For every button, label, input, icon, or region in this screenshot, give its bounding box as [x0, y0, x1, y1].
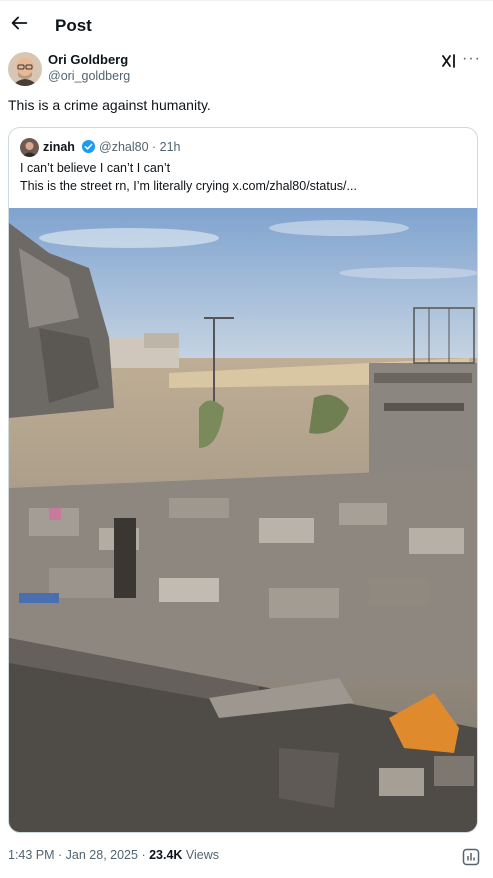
quote-text-line-1: I can’t believe I can’t I can’t: [20, 161, 171, 175]
post-date[interactable]: Jan 28, 2025: [66, 848, 138, 862]
quote-author-name: zinah: [43, 140, 75, 154]
page-title: Post: [55, 16, 92, 35]
quote-avatar: [20, 138, 39, 157]
quote-handle: @zhal80 · 21h: [99, 140, 181, 154]
views-count: 23.4K: [149, 848, 183, 862]
quote-age: 21h: [159, 140, 181, 154]
views-label: Views: [185, 848, 220, 862]
more-icon[interactable]: ···: [462, 50, 481, 68]
quote-text-line-2: This is the street rn, I’m literally cry…: [20, 179, 357, 193]
post-text: This is a crime against humanity.: [8, 97, 211, 113]
quote-author-handle: @zhal80: [99, 140, 149, 154]
grok-icon[interactable]: [440, 52, 458, 70]
verified-badge-icon: [81, 139, 96, 154]
post-meta: 1:43 PM · Jan 28, 2025 · 23.4K Views: [8, 848, 220, 862]
quote-photo[interactable]: [9, 208, 477, 833]
top-divider: [0, 0, 493, 1]
author-name[interactable]: Ori Goldberg: [48, 52, 128, 67]
analytics-icon[interactable]: [462, 848, 480, 866]
arrow-left-icon[interactable]: [8, 12, 30, 34]
header: Post: [0, 8, 493, 46]
quoted-post[interactable]: zinah @zhal80 · 21h I can’t believe I ca…: [8, 127, 478, 833]
author-handle[interactable]: @ori_goldberg: [48, 69, 130, 83]
post-time[interactable]: 1:43 PM: [8, 848, 55, 862]
avatar[interactable]: [8, 52, 42, 86]
